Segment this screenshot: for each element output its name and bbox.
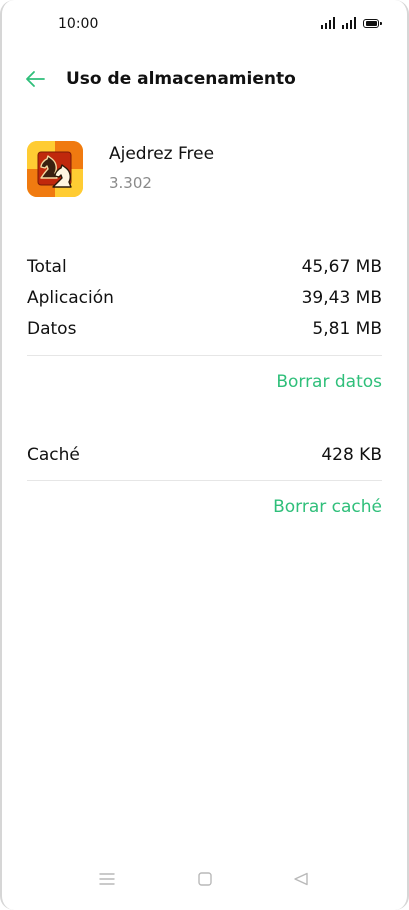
row-label: Aplicación: [27, 288, 114, 308]
home-icon[interactable]: [198, 872, 212, 886]
row-label: Caché: [27, 445, 80, 465]
status-bar: 10:00: [0, 0, 409, 50]
storage-row-data: Datos 5,81 MB: [27, 319, 382, 343]
app-name: Ajedrez Free: [109, 144, 215, 164]
chess-app-icon: [27, 141, 83, 197]
back-arrow-icon[interactable]: [24, 68, 46, 90]
menu-icon[interactable]: [99, 872, 115, 886]
status-time: 10:00: [58, 16, 99, 32]
signal-icon: [321, 17, 335, 29]
app-version: 3.302: [109, 174, 152, 192]
row-label: Datos: [27, 319, 77, 339]
divider: [27, 355, 382, 356]
row-value: 428 KB: [321, 445, 382, 465]
divider: [27, 480, 382, 481]
battery-icon: [363, 19, 382, 28]
row-value: 45,67 MB: [301, 257, 382, 277]
row-value: 5,81 MB: [312, 319, 382, 339]
storage-row-app: Aplicación 39,43 MB: [27, 288, 382, 312]
clear-cache-button[interactable]: Borrar caché: [273, 497, 382, 517]
row-value: 39,43 MB: [301, 288, 382, 308]
back-triangle-icon[interactable]: [293, 872, 309, 886]
page-title: Uso de almacenamiento: [66, 69, 296, 89]
signal-icon-2: [342, 17, 356, 29]
row-label: Total: [27, 257, 67, 277]
cache-row: Caché 428 KB: [27, 445, 382, 469]
clear-data-button[interactable]: Borrar datos: [276, 372, 382, 392]
storage-row-total: Total 45,67 MB: [27, 257, 382, 281]
